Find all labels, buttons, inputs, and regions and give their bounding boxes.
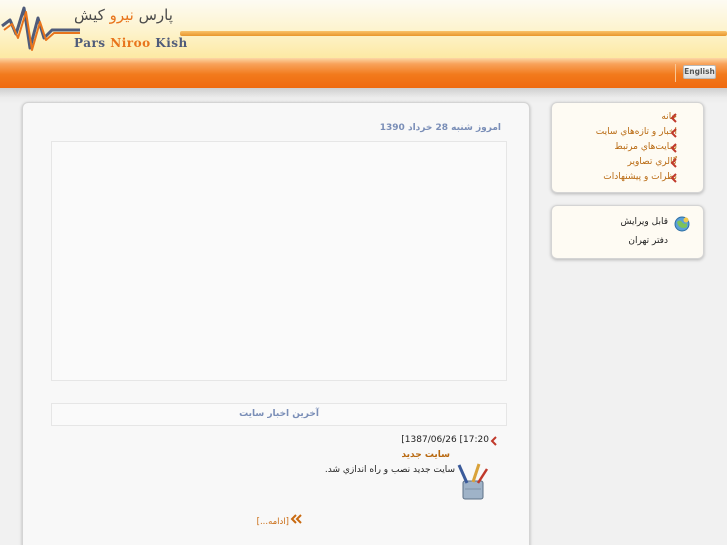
header-decor-line bbox=[180, 31, 727, 36]
logo-en-word-1: Pars bbox=[74, 36, 106, 50]
pencil-cup-icon bbox=[457, 463, 489, 500]
tehran-office-link[interactable]: دفتر تهران bbox=[568, 236, 668, 246]
nav-separator bbox=[675, 64, 676, 82]
site-logo[interactable]: پارس نیرو کیش Pars Niroo Kish bbox=[0, 0, 200, 58]
logo-mark-icon bbox=[1, 6, 80, 51]
english-language-button[interactable]: English bbox=[683, 65, 716, 79]
logo-english-text: Pars Niroo Kish bbox=[74, 36, 188, 50]
news-timestamp: [1387/06/26 [17:20 bbox=[401, 435, 489, 445]
news-title-link[interactable]: سايت جديد bbox=[273, 450, 450, 460]
main-content-panel: امروز شنبه 28 خرداد 1390 آخرين اخبار ساي… bbox=[22, 102, 530, 545]
sidebar-item-feedback[interactable]: نظرات و پيشنهادات bbox=[547, 172, 677, 182]
site-header: پارس نیرو کیش Pars Niroo Kish bbox=[0, 0, 727, 58]
news-body-text: سايت جديد نصب و راه اندازي شد. bbox=[324, 465, 455, 475]
latest-news-header: آخرين اخبار سايت bbox=[51, 403, 507, 426]
logo-fa-word-3: کیش bbox=[74, 6, 105, 24]
sidebar-item-home[interactable]: خانه bbox=[547, 112, 677, 122]
sidebar-links-panel: قابل ويرايش دفتر تهران bbox=[551, 205, 704, 259]
chevron-left-icon bbox=[670, 128, 677, 138]
sidebar-item-news[interactable]: اخبار و تازه‌هاي سايت bbox=[547, 127, 677, 137]
globe-icon bbox=[674, 216, 690, 232]
logo-en-word-2: Niroo bbox=[110, 36, 151, 50]
chevron-left-icon bbox=[670, 113, 677, 123]
logo-fa-word-2: نیرو bbox=[109, 6, 134, 24]
sidebar-menu-panel: خانه اخبار و تازه‌هاي سايت سايت‌هاي مرتب… bbox=[551, 102, 704, 193]
sidebar-item-related-sites[interactable]: سايت‌هاي مرتبط bbox=[547, 142, 677, 152]
sidebar-item-label: اخبار و تازه‌هاي سايت bbox=[595, 127, 677, 137]
chevron-left-icon bbox=[670, 158, 677, 168]
sidebar-item-label: سايت‌هاي مرتبط bbox=[614, 142, 677, 152]
logo-fa-word-1: پارس bbox=[138, 6, 173, 24]
double-chevron-icon[interactable] bbox=[290, 514, 302, 524]
chevron-left-icon bbox=[670, 173, 677, 183]
chevron-left-icon bbox=[670, 143, 677, 153]
logo-en-word-3: Kish bbox=[155, 36, 188, 50]
editable-link[interactable]: قابل ويرايش bbox=[568, 217, 668, 227]
content-box bbox=[51, 141, 507, 381]
logo-persian-text: پارس نیرو کیش bbox=[74, 6, 173, 24]
read-more-link[interactable]: [ادامه...] bbox=[223, 517, 289, 527]
chevron-left-icon bbox=[490, 436, 497, 446]
current-date: امروز شنبه 28 خرداد 1390 bbox=[379, 123, 501, 133]
nav-bar: English bbox=[0, 58, 727, 88]
sidebar-item-label: نظرات و پيشنهادات bbox=[603, 172, 677, 182]
sidebar-item-gallery[interactable]: گالري تصاوير bbox=[547, 157, 677, 167]
